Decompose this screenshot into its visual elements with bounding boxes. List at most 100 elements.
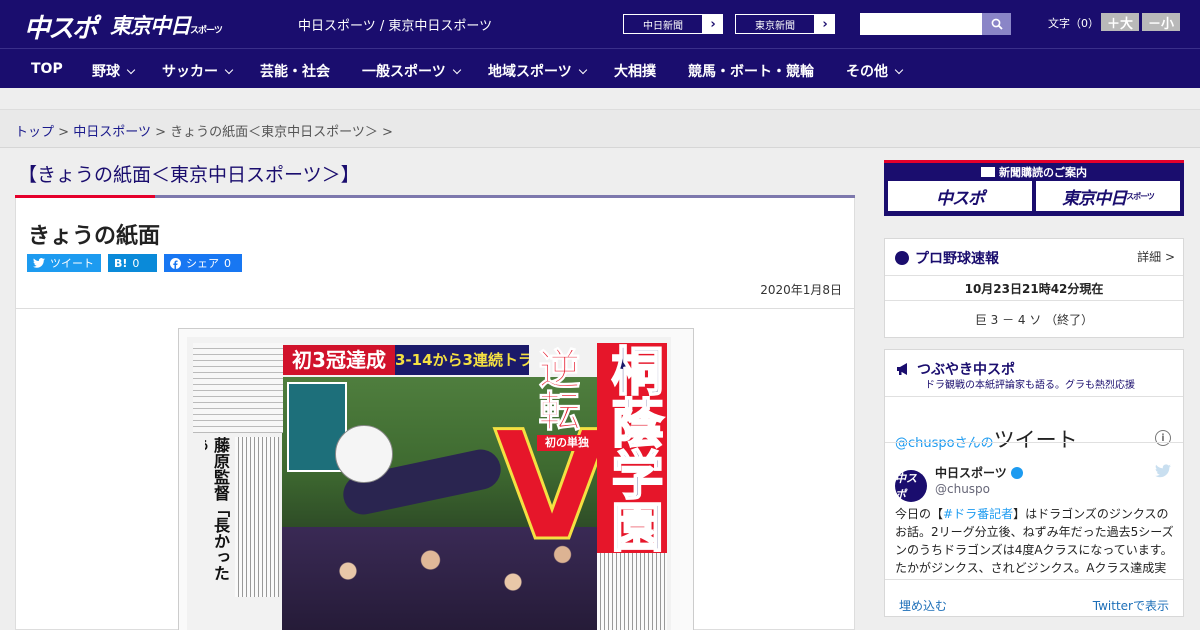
article: きょうの紙面 ツイート B! 0 シェア 0 2020年1月8日 藤原監督「長か…: [15, 198, 855, 630]
nav-label: その他: [846, 64, 888, 80]
page-heading: 【きょうの紙面＜東京中日スポーツ＞】: [18, 164, 360, 186]
twitter-bird-icon: [33, 258, 45, 268]
info-icon[interactable]: i: [1155, 430, 1171, 446]
tokyo-logo-text: 東京中日: [110, 14, 191, 38]
tweets-by-handle[interactable]: @chuspoさんの: [895, 436, 994, 451]
tweet-text: 今日の【#ドラ番記者】はドラゴンズのジンクスのお話。2リーグ分立後、ねずみ年だっ…: [895, 505, 1177, 577]
nav-soccer[interactable]: サッカー: [162, 61, 234, 81]
breadcrumb-chunichi-sports[interactable]: 中日スポーツ: [73, 125, 151, 140]
verified-badge-icon: [1010, 466, 1023, 479]
score-timestamp: 10月23日21時42分現在: [964, 282, 1104, 296]
tweet-label: ツイート: [50, 257, 94, 270]
nav-general-sports[interactable]: 一般スポーツ: [362, 61, 461, 81]
subscription-banner[interactable]: 新聞購読のご案内 中スポ 東京中日 スポーツ: [884, 160, 1184, 216]
hatena-count: 0: [132, 256, 140, 270]
chevron-down-icon: [894, 65, 904, 75]
divider: [885, 275, 1183, 276]
baseball-icon: [895, 251, 909, 265]
font-size-label: 文字（0）: [1048, 17, 1099, 30]
font-smaller-button[interactable]: －小: [1142, 13, 1180, 32]
baseball-score-widget: プロ野球速報 詳細 > 10月23日21時42分現在 巨 3 － 4 ソ （終了…: [884, 238, 1184, 338]
subscribe-tokyo-logo[interactable]: 東京中日 スポーツ: [1036, 181, 1180, 211]
tweet-author-name[interactable]: 中日スポーツ: [935, 464, 1023, 481]
view-on-twitter-link[interactable]: Twitterで表示: [1093, 597, 1169, 614]
newspaper-headline-main: 桐蔭学園: [597, 343, 667, 553]
tweet-button[interactable]: ツイート: [27, 254, 101, 272]
divider: [885, 300, 1183, 301]
breadcrumb: トップ > 中日スポーツ > きょうの紙面＜東京中日スポーツ＞ >: [15, 121, 393, 140]
font-larger-button[interactable]: ＋大: [1101, 13, 1139, 32]
newspaper-right-column: [597, 553, 667, 630]
site-name-link[interactable]: 中日スポーツ / 東京中日スポーツ: [298, 15, 492, 34]
breadcrumb-sep: >: [155, 125, 166, 140]
game-score[interactable]: 巨 3 － 4 ソ （終了）: [885, 311, 1183, 328]
article-date: 2020年1月8日: [760, 283, 842, 297]
breadcrumb-top[interactable]: トップ: [15, 125, 54, 140]
breadcrumb-bar: トップ > 中日スポーツ > きょうの紙面＜東京中日スポーツ＞ >: [0, 110, 1200, 148]
newspaper-headline-sub: 逆転: [532, 347, 580, 432]
nav-baseball[interactable]: 野球: [92, 61, 136, 81]
search-input[interactable]: [860, 13, 982, 35]
subscribe-chuspo-logo[interactable]: 中スポ: [888, 181, 1032, 211]
nav-label: 地域スポーツ: [488, 64, 572, 80]
nav-label: 競馬・ボート・競輪: [688, 64, 814, 80]
tweets-by-header: @chuspoさんのツイート: [895, 424, 1078, 454]
embed-link[interactable]: 埋め込む: [899, 597, 947, 614]
header-spacer: [0, 88, 1200, 110]
author-name-text: 中日スポーツ: [935, 466, 1007, 480]
nav-sumo[interactable]: 大相撲: [614, 61, 656, 81]
tokyo-chunichi-logo[interactable]: 東京中日スポーツ: [110, 10, 223, 40]
newspaper-side-text: 藤原監督「長かったぁ」: [205, 437, 230, 581]
breadcrumb-sep: >: [58, 125, 70, 140]
breadcrumb-sep: >: [382, 125, 393, 140]
search-button[interactable]: [982, 13, 1011, 35]
hashtag-link[interactable]: #ドラ番記者: [943, 507, 1013, 521]
tokyo-shimbun-link[interactable]: 東京新聞 ›: [734, 13, 836, 35]
chunichi-shimbun-label: 中日新聞: [623, 14, 703, 34]
tokyo-logo-sub: スポーツ: [190, 26, 223, 36]
facebook-share-button[interactable]: シェア 0: [164, 254, 242, 272]
chevron-down-icon: [578, 65, 587, 75]
tweet-author-handle[interactable]: @chuspo: [935, 482, 990, 496]
twitter-widget: つぶやき中スポ ドラ観戦の本紙評論家も語る。グラも熱烈応援 @chuspoさんの…: [884, 349, 1184, 617]
subscription-label: 新聞購読のご案内: [884, 164, 1184, 180]
article-title: きょうの紙面: [28, 224, 161, 249]
divider: [885, 579, 1183, 580]
newspaper-column-text: [235, 437, 279, 597]
chuspo-logo[interactable]: 中スポ: [24, 8, 98, 45]
search-icon: [991, 18, 1003, 30]
tokyo-shimbun-label: 東京新聞: [735, 14, 815, 34]
chevron-down-icon: [452, 65, 461, 75]
nav-top[interactable]: TOP: [31, 61, 63, 77]
newspaper-icon: [981, 167, 995, 177]
chevron-down-icon: [126, 65, 136, 75]
baseball-detail-link[interactable]: 詳細 >: [1137, 248, 1175, 265]
subscribe-tokyo-sub: スポーツ: [1126, 191, 1155, 201]
nav-label: TOP: [31, 61, 63, 77]
megaphone-icon: [897, 363, 907, 375]
hatena-bookmark-button[interactable]: B! 0: [108, 254, 157, 272]
chevron-right-icon: ›: [822, 16, 828, 32]
chunichi-shimbun-link[interactable]: 中日新聞 ›: [622, 13, 724, 35]
avatar[interactable]: 中スポ: [895, 470, 927, 502]
chevron-down-icon: [224, 65, 234, 75]
newspaper-banner-left: 初3冠達成: [283, 345, 395, 375]
newspaper-frame: 藤原監督「長かったぁ」 初3冠達成 3-14から3連続トライ V 逆転 初の単独…: [178, 328, 694, 630]
newspaper-front-page-image[interactable]: 藤原監督「長かったぁ」 初3冠達成 3-14から3連続トライ V 逆転 初の単独…: [187, 337, 671, 630]
main-nav: TOP 野球 サッカー 芸能・社会 一般スポーツ 地域スポーツ 大相撲 競馬・ボ…: [0, 48, 1200, 88]
nav-label: 大相撲: [614, 64, 656, 80]
facebook-label: シェア: [186, 257, 219, 270]
newspaper-banner-right: 3-14から3連続トライ: [395, 345, 529, 375]
nav-racing[interactable]: 競馬・ボート・競輪: [688, 61, 814, 81]
breadcrumb-current: きょうの紙面＜東京中日スポーツ＞: [170, 125, 378, 140]
article-divider: [16, 308, 854, 309]
nav-label: 芸能・社会: [260, 64, 330, 80]
newspaper-solo-label: 初の単独: [537, 435, 597, 451]
baseball-title-text: プロ野球速報: [915, 251, 999, 267]
nav-entertainment[interactable]: 芸能・社会: [260, 61, 330, 81]
nav-other[interactable]: その他: [846, 61, 904, 81]
twitter-bird-icon[interactable]: [1155, 464, 1171, 478]
chevron-right-icon: ›: [710, 16, 716, 32]
facebook-icon: [170, 257, 181, 269]
nav-local-sports[interactable]: 地域スポーツ: [488, 61, 587, 81]
